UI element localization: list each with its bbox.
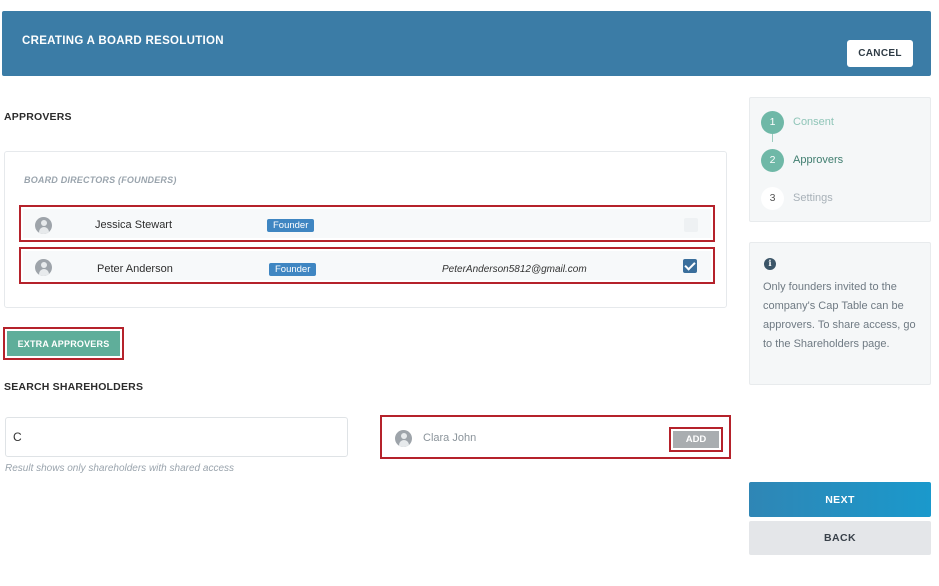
step-settings[interactable]: Settings xyxy=(793,192,833,204)
director-name: Peter Anderson xyxy=(97,263,173,275)
director-row[interactable]: Jessica Stewart Founder xyxy=(19,205,715,242)
step-connector xyxy=(772,134,773,142)
avatar-icon xyxy=(35,259,52,276)
info-panel: i Only founders invited to the company's… xyxy=(749,242,931,385)
back-button[interactable]: BACK xyxy=(749,521,931,555)
cancel-button[interactable]: CANCEL xyxy=(847,40,913,67)
page-header: CREATING A BOARD RESOLUTION CANCEL xyxy=(2,11,931,76)
search-result-row: Clara John ADD xyxy=(380,415,731,459)
search-shareholders-input[interactable] xyxy=(5,417,348,457)
info-icon: i xyxy=(764,258,776,270)
founder-badge: Founder xyxy=(267,219,315,232)
approvers-section-title: APPROVERS xyxy=(4,111,72,123)
approver-checkbox[interactable] xyxy=(683,259,697,273)
director-email: PeterAnderson5812@gmail.com xyxy=(442,264,587,275)
add-button[interactable]: ADD xyxy=(673,431,719,448)
search-section-title: SEARCH SHAREHOLDERS xyxy=(4,381,144,393)
step-number: 1 xyxy=(761,111,784,134)
director-row-background: Jessica Stewart Founder xyxy=(23,209,711,238)
board-directors-heading: BOARD DIRECTORS (FOUNDERS) xyxy=(24,175,177,185)
step-number: 3 xyxy=(761,187,784,210)
avatar-icon xyxy=(395,430,412,447)
director-row-background: Peter Anderson Founder PeterAnderson5812… xyxy=(23,251,711,280)
director-name: Jessica Stewart xyxy=(95,219,173,231)
result-name: Clara John xyxy=(423,432,477,444)
founder-badge: Founder xyxy=(269,263,317,276)
extra-approvers-button[interactable]: EXTRA APPROVERS xyxy=(7,331,120,356)
info-text: Only founders invited to the company's C… xyxy=(763,281,916,350)
step-approvers[interactable]: Approvers xyxy=(793,154,843,166)
steps-panel: 1 Consent 2 Approvers 3 Settings xyxy=(749,97,931,222)
search-hint: Result shows only shareholders with shar… xyxy=(5,463,234,474)
extra-approvers-highlight: EXTRA APPROVERS xyxy=(3,327,124,360)
director-row[interactable]: Peter Anderson Founder PeterAnderson5812… xyxy=(19,247,715,284)
next-button[interactable]: NEXT xyxy=(749,482,931,517)
approver-checkbox[interactable] xyxy=(684,218,698,232)
step-consent[interactable]: Consent xyxy=(793,116,834,128)
step-number: 2 xyxy=(761,149,784,172)
avatar-icon xyxy=(35,217,52,234)
page-title: CREATING A BOARD RESOLUTION xyxy=(22,35,224,47)
add-button-highlight: ADD xyxy=(669,427,723,452)
